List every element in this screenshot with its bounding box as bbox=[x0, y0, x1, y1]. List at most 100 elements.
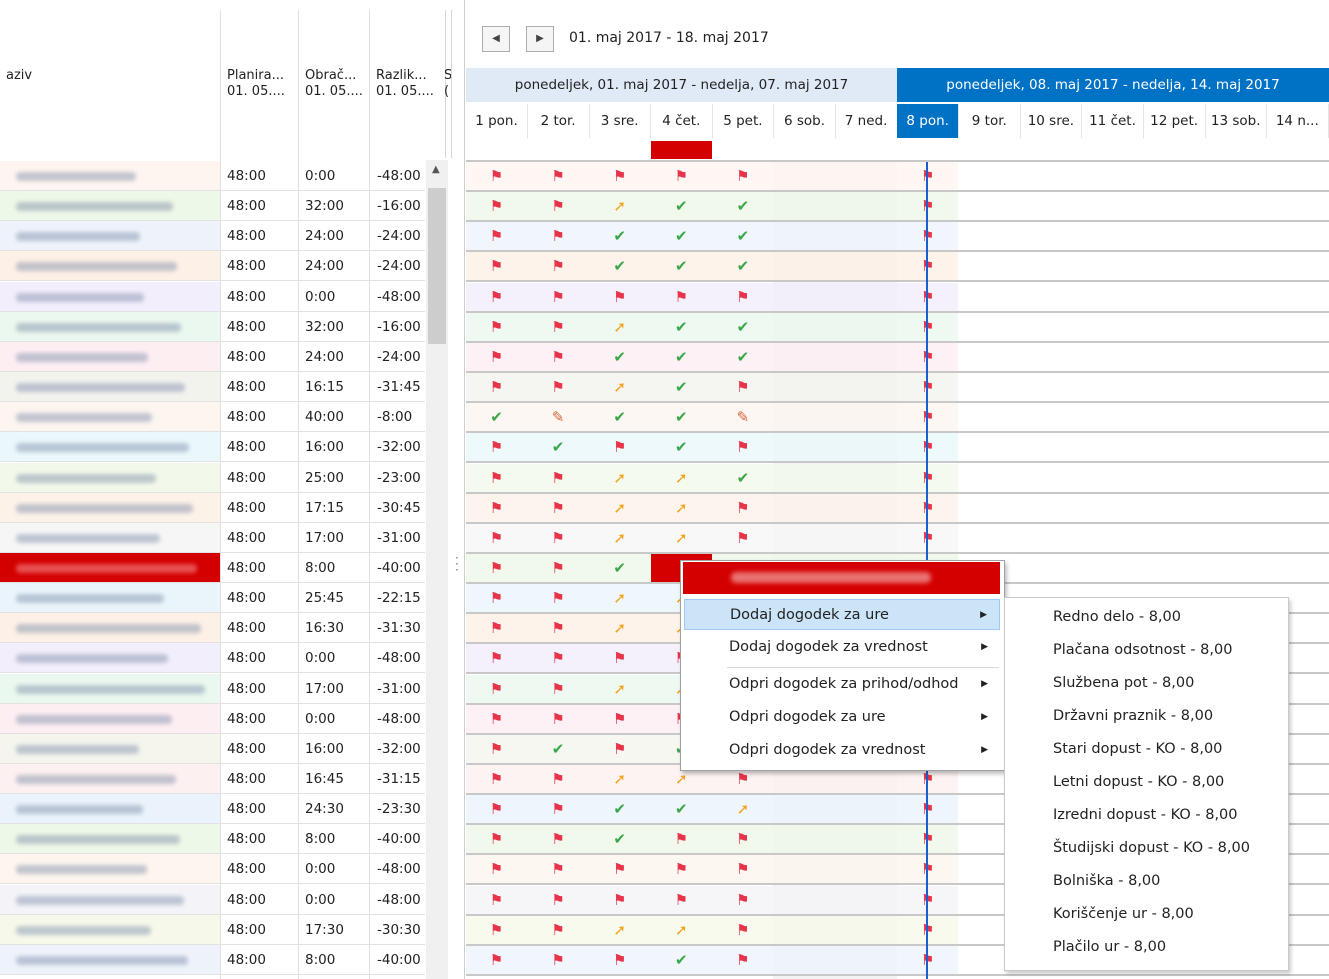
check-icon[interactable]: ✔ bbox=[712, 313, 773, 341]
flag-icon[interactable]: ⚑ bbox=[466, 855, 527, 883]
flag-icon[interactable]: ⚑ bbox=[712, 494, 773, 522]
flag-icon[interactable]: ⚑ bbox=[651, 283, 712, 311]
flag-icon[interactable]: ⚑ bbox=[528, 614, 589, 642]
menu-item-open-arrival-event[interactable]: Odpri dogodek za prihod/odhod ▶ bbox=[684, 669, 1000, 700]
check-icon[interactable]: ✔ bbox=[712, 252, 773, 280]
flag-icon[interactable]: ⚑ bbox=[589, 162, 650, 190]
check-icon[interactable]: ✔ bbox=[712, 464, 773, 492]
flag-icon[interactable]: ⚑ bbox=[466, 162, 527, 190]
flag-icon[interactable]: ⚑ bbox=[528, 464, 589, 492]
submenu-item[interactable]: Plačilo ur - 8,00 bbox=[1053, 931, 1166, 964]
table-row[interactable]: 48:00 8:00 -40:00 bbox=[0, 944, 425, 975]
table-row[interactable]: 48:00 16:45 -31:15 bbox=[0, 764, 425, 794]
flag-icon[interactable]: ⚑ bbox=[651, 162, 712, 190]
employee-name-cell[interactable] bbox=[0, 311, 220, 341]
flag-icon[interactable]: ⚑ bbox=[712, 433, 773, 461]
flag-icon[interactable]: ⚑ bbox=[466, 675, 527, 703]
submenu-item[interactable]: Službena pot - 8,00 bbox=[1053, 667, 1194, 700]
table-row[interactable]: 48:00 8:00 -40:00 bbox=[0, 824, 425, 855]
flag-icon[interactable]: ⚑ bbox=[466, 464, 527, 492]
flag-icon[interactable]: ⚑ bbox=[528, 524, 589, 552]
table-row[interactable]: 48:00 24:00 -24:00 bbox=[0, 221, 425, 252]
day-header[interactable]: 2 tor. bbox=[528, 104, 590, 138]
table-row[interactable]: 48:00 24:30 -23:30 bbox=[0, 794, 425, 825]
check-icon[interactable]: ✔ bbox=[589, 554, 650, 582]
table-row[interactable]: 48:00 0:00 -48:00 bbox=[0, 281, 425, 312]
employee-name-cell[interactable] bbox=[0, 492, 220, 522]
table-row[interactable]: 48:00 0:00 -48:00 bbox=[0, 161, 425, 191]
flag-icon[interactable]: ⚑ bbox=[528, 795, 589, 823]
employee-name-cell[interactable] bbox=[0, 824, 220, 854]
arrow-icon[interactable]: ➚ bbox=[589, 524, 650, 552]
flag-icon[interactable]: ⚑ bbox=[528, 855, 589, 883]
flag-icon[interactable]: ⚑ bbox=[466, 825, 527, 853]
employee-name-cell[interactable] bbox=[0, 583, 220, 613]
flag-icon[interactable]: ⚑ bbox=[466, 313, 527, 341]
flag-icon[interactable]: ⚑ bbox=[528, 765, 589, 793]
submenu-item[interactable]: Plačana odsotnost - 8,00 bbox=[1053, 634, 1232, 667]
submenu-item[interactable]: Redno delo - 8,00 bbox=[1053, 601, 1181, 634]
employee-name-cell[interactable] bbox=[0, 613, 220, 643]
table-row[interactable]: 48:00 40:00 -8:00 bbox=[0, 402, 425, 433]
flag-icon[interactable]: ⚑ bbox=[528, 162, 589, 190]
next-period-button[interactable]: ▶ bbox=[526, 26, 554, 52]
flag-icon[interactable]: ⚑ bbox=[589, 886, 650, 914]
table-row[interactable]: 48:00 17:00 -31:00 bbox=[0, 522, 425, 553]
column-header-extra[interactable]: S ( bbox=[440, 10, 452, 158]
employee-name-cell[interactable] bbox=[0, 854, 220, 884]
menu-item-open-hours-event[interactable]: Odpri dogodek za ure ▶ bbox=[684, 702, 1000, 733]
check-icon[interactable]: ✔ bbox=[589, 825, 650, 853]
day-header[interactable]: 5 pet. bbox=[712, 104, 775, 138]
table-row[interactable]: 48:00 16:00 -32:00 bbox=[0, 432, 425, 463]
flag-icon[interactable]: ⚑ bbox=[466, 705, 527, 733]
flag-icon[interactable]: ⚑ bbox=[466, 614, 527, 642]
menu-item-open-value-event[interactable]: Odpri dogodek za vrednost ▶ bbox=[684, 735, 1000, 766]
submenu-item[interactable]: Izredni dopust - KO - 8,00 bbox=[1053, 799, 1238, 832]
flag-icon[interactable]: ⚑ bbox=[466, 373, 527, 401]
check-icon[interactable]: ✔ bbox=[589, 795, 650, 823]
employee-name-cell[interactable] bbox=[0, 764, 220, 793]
flag-icon[interactable]: ⚑ bbox=[589, 735, 650, 763]
flag-icon[interactable]: ⚑ bbox=[589, 705, 650, 733]
pane-splitter[interactable] bbox=[464, 0, 465, 979]
check-icon[interactable]: ✔ bbox=[651, 373, 712, 401]
submenu-item[interactable]: Letni dopust - KO - 8,00 bbox=[1053, 766, 1224, 799]
employee-name-cell[interactable] bbox=[0, 161, 220, 190]
day-header[interactable]: 14 n... bbox=[1267, 104, 1329, 138]
table-row[interactable]: 48:00 25:00 -23:00 bbox=[0, 462, 425, 493]
table-row[interactable]: 48:00 0:00 -48:00 bbox=[0, 884, 425, 915]
check-icon[interactable]: ✔ bbox=[651, 313, 712, 341]
table-row[interactable]: 48:00 16:15 -31:45 bbox=[0, 372, 425, 403]
flag-icon[interactable]: ⚑ bbox=[466, 584, 527, 612]
flag-icon[interactable]: ⚑ bbox=[528, 343, 589, 371]
week-header[interactable]: ponedeljek, 01. maj 2017 - nedelja, 07. … bbox=[466, 68, 897, 102]
day-header[interactable]: 6 sob. bbox=[774, 104, 836, 138]
check-icon[interactable]: ✔ bbox=[528, 735, 589, 763]
day-header[interactable]: 10 sre. bbox=[1020, 104, 1083, 138]
flag-icon[interactable]: ⚑ bbox=[466, 222, 527, 250]
flag-icon[interactable]: ⚑ bbox=[466, 644, 527, 672]
table-row[interactable]: 48:00 24:00 -24:00 bbox=[0, 341, 425, 372]
flag-icon[interactable]: ⚑ bbox=[589, 946, 650, 974]
table-row[interactable]: 48:00 16:30 -31:30 bbox=[0, 613, 425, 644]
arrow-icon[interactable]: ➚ bbox=[651, 464, 712, 492]
flag-icon[interactable]: ⚑ bbox=[712, 524, 773, 552]
employee-name-cell[interactable] bbox=[0, 402, 220, 432]
flag-icon[interactable]: ⚑ bbox=[528, 946, 589, 974]
day-header[interactable]: 9 tor. bbox=[959, 104, 1021, 138]
employee-name-cell[interactable] bbox=[0, 341, 220, 371]
check-icon[interactable]: ✔ bbox=[589, 403, 650, 431]
employee-name-cell[interactable] bbox=[0, 794, 220, 824]
flag-icon[interactable]: ⚑ bbox=[712, 283, 773, 311]
table-row[interactable]: 48:00 32:00 -16:00 bbox=[0, 191, 425, 222]
employee-name-cell[interactable] bbox=[0, 884, 220, 914]
table-row[interactable]: 48:00 0:00 -48:00 bbox=[0, 703, 425, 734]
vertical-scrollbar[interactable]: ▲ bbox=[426, 160, 448, 979]
check-icon[interactable]: ✔ bbox=[712, 192, 773, 220]
table-row[interactable]: 48:00 16:00 -32:00 bbox=[0, 733, 425, 764]
table-row[interactable]: 48:00 0:00 -48:00 bbox=[0, 854, 425, 885]
prev-period-button[interactable]: ◀ bbox=[482, 26, 510, 52]
splitter-grip-icon[interactable]: · · · bbox=[455, 552, 459, 576]
flag-icon[interactable]: ⚑ bbox=[712, 916, 773, 944]
flag-icon[interactable]: ⚑ bbox=[528, 494, 589, 522]
